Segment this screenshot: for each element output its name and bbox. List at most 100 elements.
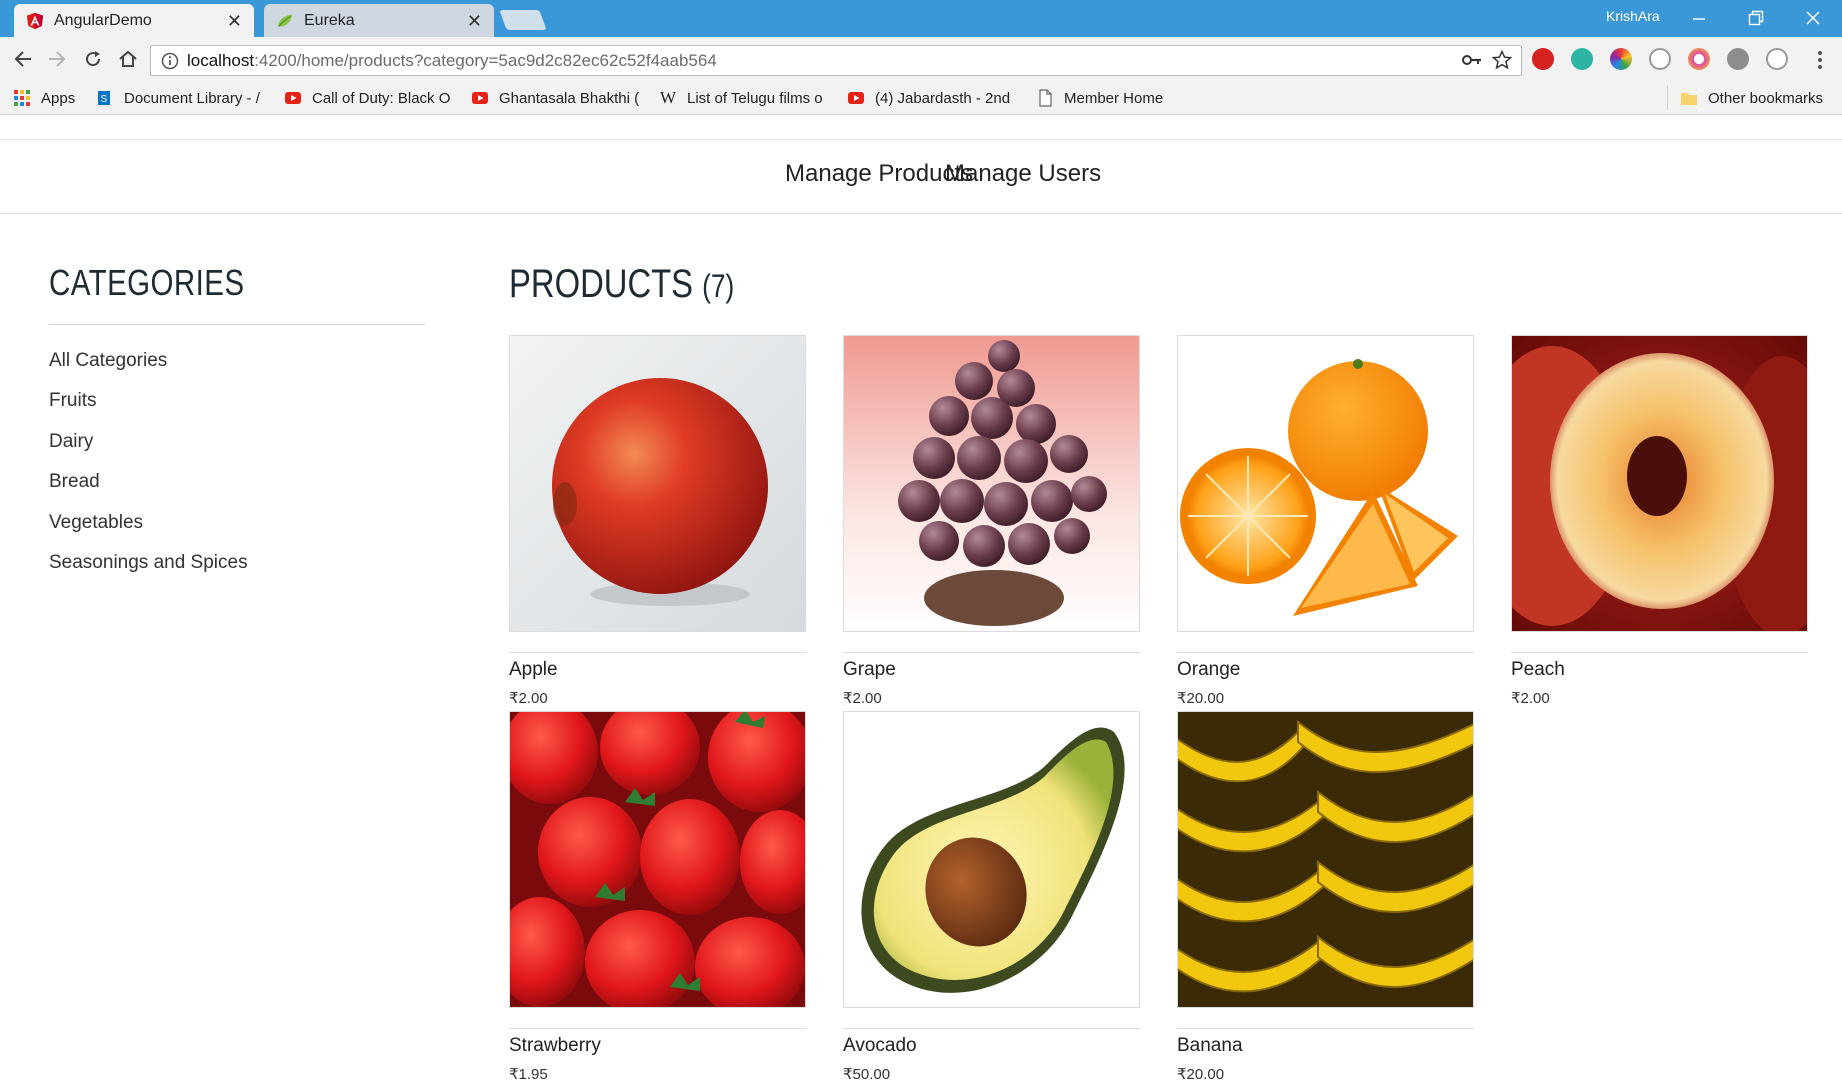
product-name[interactable]: Strawberry — [509, 1035, 806, 1057]
bookmark-jabardasth[interactable]: (4) Jabardasth - 2nd — [847, 87, 1015, 109]
category-seasonings[interactable]: Seasonings and Spices — [49, 552, 248, 574]
new-tab-button[interactable] — [499, 10, 547, 30]
extension-icon[interactable] — [1766, 48, 1788, 70]
nav-manage-users[interactable]: Manage Users — [945, 160, 1101, 188]
peach-image — [1512, 336, 1807, 631]
bookmark-label: Member Home — [1064, 89, 1164, 107]
url-text: localhost:4200/home/products?category=5a… — [187, 51, 717, 71]
bookmark-ghantasala[interactable]: Ghantasala Bhakthi ( — [471, 87, 644, 109]
password-key-button[interactable] — [1460, 48, 1484, 72]
avocado-image — [844, 712, 1139, 1007]
product-card-strawberry[interactable]: Strawberry ₹1.95 — [509, 711, 806, 1083]
product-image[interactable] — [843, 711, 1140, 1008]
close-icon[interactable]: ✕ — [467, 12, 482, 30]
product-name[interactable]: Orange — [1177, 659, 1474, 681]
divider — [509, 1028, 806, 1029]
divider — [1177, 652, 1474, 653]
product-name[interactable]: Banana — [1177, 1035, 1474, 1057]
forward-arrow-icon — [49, 51, 66, 67]
bookmark-telugu-films[interactable]: W List of Telugu films o — [659, 87, 831, 109]
product-name[interactable]: Grape — [843, 659, 1140, 681]
divider — [843, 1028, 1140, 1029]
kebab-menu-icon — [1818, 51, 1822, 69]
category-dairy[interactable]: Dairy — [49, 431, 93, 453]
product-name[interactable]: Avocado — [843, 1035, 1140, 1057]
category-bread[interactable]: Bread — [49, 471, 100, 493]
color-picker-extension-icon[interactable] — [1610, 48, 1632, 70]
youtube-icon — [848, 92, 864, 104]
product-image[interactable] — [1511, 335, 1808, 632]
product-image[interactable] — [1177, 335, 1474, 632]
page-icon — [1039, 89, 1052, 107]
bookmark-label: Apps — [41, 89, 76, 107]
bookmark-other[interactable]: Other bookmarks — [1680, 87, 1840, 109]
youtube-icon — [285, 92, 301, 104]
bookmark-document-library[interactable]: S Document Library - / — [96, 87, 271, 109]
product-image[interactable] — [509, 335, 806, 632]
product-card-orange[interactable]: Orange ₹20.00 — [1177, 335, 1474, 707]
forward-button[interactable] — [42, 46, 72, 72]
divider — [509, 652, 806, 653]
back-button[interactable] — [8, 46, 38, 72]
divider — [49, 324, 425, 325]
product-name[interactable]: Peach — [1511, 659, 1808, 681]
product-name[interactable]: Apple — [509, 659, 806, 681]
product-price: ₹20.00 — [1177, 690, 1225, 707]
close-window-button[interactable] — [1790, 2, 1836, 34]
instagram-extension-icon[interactable] — [1688, 48, 1710, 70]
product-card-peach[interactable]: Peach ₹2.00 — [1511, 335, 1808, 707]
angular-icon — [26, 12, 44, 29]
chat-extension-icon[interactable] — [1727, 48, 1749, 70]
bookmark-member-home[interactable]: Member Home — [1036, 87, 1176, 109]
product-image[interactable] — [1177, 711, 1474, 1008]
restore-button[interactable] — [1733, 2, 1779, 34]
category-all[interactable]: All Categories — [49, 350, 167, 372]
close-icon[interactable]: ✕ — [227, 12, 242, 30]
product-card-avocado[interactable]: Avocado ₹50.00 — [843, 711, 1140, 1083]
product-image[interactable] — [509, 711, 806, 1008]
star-icon — [1492, 50, 1512, 70]
svg-text:S: S — [101, 94, 108, 105]
restore-icon — [1748, 10, 1764, 26]
product-price: ₹50.00 — [843, 1066, 891, 1083]
url-host: localhost — [187, 50, 255, 70]
address-bar[interactable]: localhost:4200/home/products?category=5a… — [150, 45, 1522, 76]
bookmark-label: List of Telugu films o — [687, 89, 823, 107]
category-vegetables[interactable]: Vegetables — [49, 512, 143, 534]
divider — [1511, 652, 1808, 653]
product-card-grape[interactable]: Grape ₹2.00 — [843, 335, 1140, 707]
vpn-extension-icon[interactable] — [1649, 48, 1671, 70]
sharepoint-icon: S — [98, 91, 110, 105]
product-price: ₹2.00 — [843, 690, 882, 707]
divider — [843, 652, 1140, 653]
product-image[interactable] — [843, 335, 1140, 632]
info-icon[interactable] — [161, 52, 179, 70]
category-fruits[interactable]: Fruits — [49, 390, 97, 412]
close-icon — [1806, 11, 1820, 25]
minimize-button[interactable] — [1676, 2, 1722, 34]
minimize-icon — [1693, 18, 1705, 20]
leaf-icon — [277, 14, 293, 27]
products-count: (7) — [702, 268, 735, 304]
bookmark-divider — [1667, 86, 1668, 110]
home-button[interactable] — [113, 46, 143, 72]
reload-button[interactable] — [78, 46, 108, 72]
mercury-extension-icon[interactable] — [1571, 48, 1593, 70]
tab-angulardemo[interactable]: AngularDemo ✕ — [14, 4, 254, 37]
product-price: ₹2.00 — [509, 690, 548, 707]
strawberry-image — [510, 712, 805, 1007]
home-icon — [119, 50, 137, 67]
back-arrow-icon — [14, 51, 31, 67]
bookmark-call-of-duty[interactable]: Call of Duty: Black O — [284, 87, 456, 109]
youtube-icon — [472, 92, 488, 104]
bookmark-label: Call of Duty: Black O — [312, 89, 451, 107]
tab-eureka[interactable]: Eureka ✕ — [264, 4, 494, 37]
menu-button[interactable] — [1808, 48, 1832, 72]
bookmark-star-button[interactable] — [1490, 48, 1514, 72]
bookmark-label: Document Library - / — [124, 89, 260, 107]
opera-extension-icon[interactable] — [1532, 48, 1554, 70]
profile-name[interactable]: KrishAra — [1606, 8, 1660, 24]
bookmark-apps[interactable]: Apps — [13, 87, 93, 109]
product-card-banana[interactable]: Banana ₹20.00 — [1177, 711, 1474, 1083]
product-card-apple[interactable]: Apple ₹2.00 — [509, 335, 806, 707]
